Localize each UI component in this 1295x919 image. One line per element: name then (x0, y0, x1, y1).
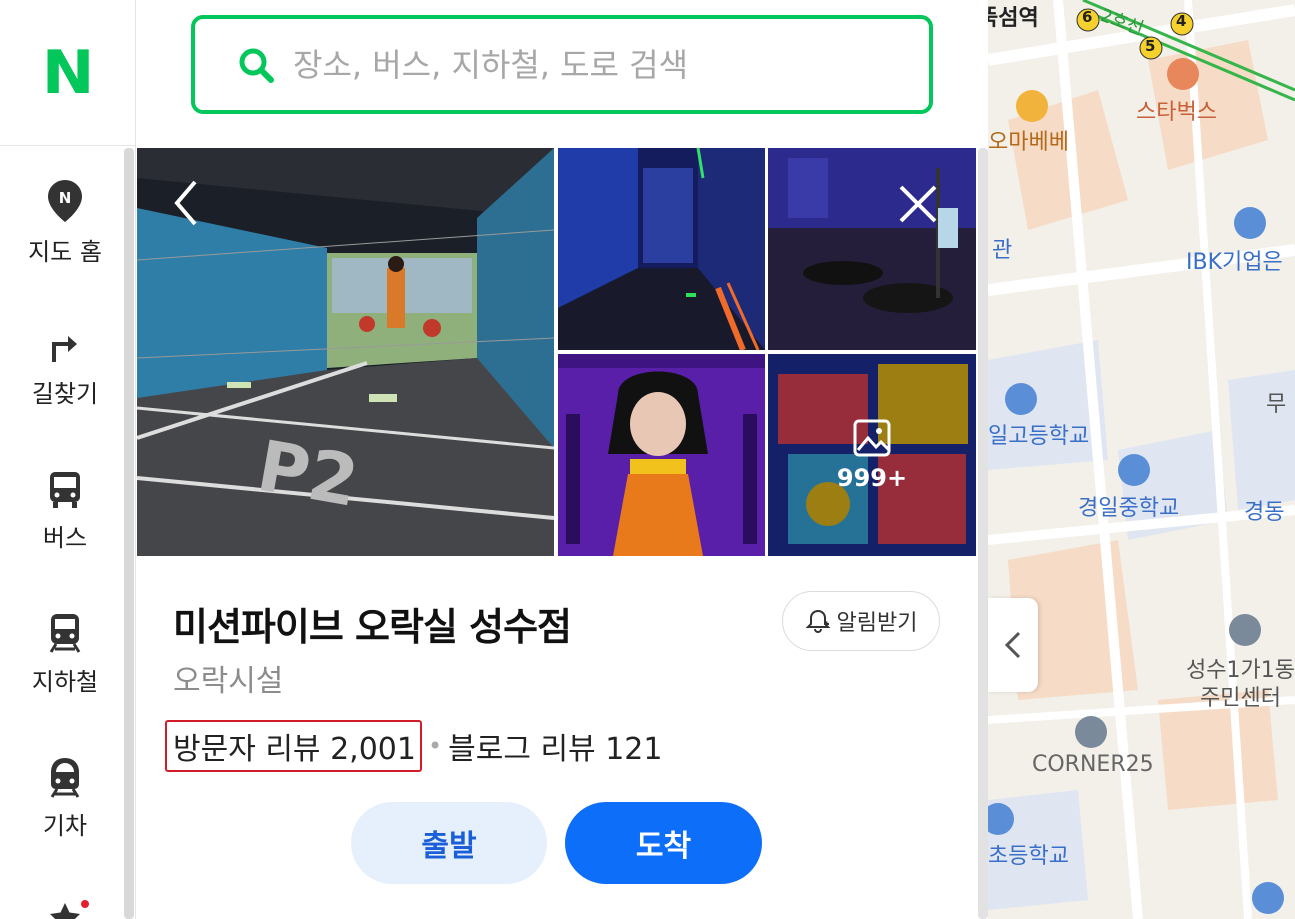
arrive-button[interactable]: 도착 (565, 802, 762, 884)
train-icon (50, 758, 80, 798)
blog-reviews-link[interactable]: 블로그 리뷰 121 (448, 724, 662, 768)
alarm-button[interactable]: 알림받기 (782, 591, 940, 651)
chevron-left-icon (1004, 631, 1021, 659)
map-gyeongdong-label: 경동 (1244, 500, 1285, 525)
svg-text:P2: P2 (252, 425, 365, 523)
subway-icon (49, 614, 81, 653)
logo-box[interactable]: N (0, 0, 135, 146)
star-icon (50, 903, 80, 919)
map-mu-label: 무 (1266, 392, 1287, 417)
map-view[interactable]: 뚝섬역 6 4 5 2호선 스타벅스 오마베베 관 IBK기업은 무 일고등학교… (988, 0, 1295, 919)
search-box[interactable] (191, 15, 933, 114)
naver-logo[interactable]: N (42, 38, 95, 108)
sidebar-item-label: 버스 (42, 524, 88, 552)
photo-gallery: P2 999+ (137, 148, 976, 556)
left-sidebar: N N 지도 홈 길찾기 버스 지하철 기차 (0, 0, 136, 919)
corridor-image (558, 148, 765, 350)
search-icon[interactable] (237, 46, 275, 84)
map-pin-icon: N (48, 180, 82, 222)
map-highschool-label: 일고등학교 (988, 424, 1090, 449)
alarm-label: 알림받기 (836, 611, 918, 636)
photo-thumb-more[interactable]: 999+ (768, 354, 976, 556)
sidebar-item-favorites[interactable] (0, 900, 130, 919)
review-summary: 방문자 리뷰 2,001 • 블로그 리뷰 121 (165, 720, 662, 772)
map-station-label: 뚝섬역 (988, 6, 1039, 31)
sidebar-item-label: 길찾기 (31, 380, 99, 408)
close-icon[interactable] (896, 182, 940, 226)
place-panel: P2 999+ 미션파이브 오락실 성수점 알림받기 오락시설 방문자 리뷰 2… (137, 148, 976, 919)
photo-count: 999+ (836, 464, 908, 492)
place-title: 미션파이브 오락실 성수점 (173, 605, 572, 649)
gallery-icon (853, 419, 891, 457)
place-category: 오락시설 (173, 664, 284, 699)
naver-map-app: N N 지도 홈 길찾기 버스 지하철 기차 장소, 버스, 지하철, 도로 검… (0, 0, 1295, 919)
subway-exit-4: 4 (1176, 12, 1187, 30)
sidebar-item-bus[interactable]: 버스 (0, 470, 130, 553)
start-button[interactable]: 출발 (351, 802, 547, 884)
subway-exit-5: 5 (1145, 37, 1156, 55)
subway-exit-6: 6 (1082, 8, 1093, 26)
map-ibk-label: IBK기업은 (1186, 250, 1283, 275)
more-photos-overlay[interactable]: 999+ (768, 354, 976, 556)
map-middleschool-label: 경일중학교 (1078, 496, 1180, 521)
sidebar-item-train[interactable]: 기차 (0, 756, 130, 841)
separator-dot: • (427, 732, 443, 760)
bus-icon (50, 472, 80, 508)
sidebar-item-map-home[interactable]: N 지도 홈 (0, 178, 130, 267)
photo-main[interactable]: P2 (137, 148, 554, 556)
prev-photo-icon[interactable] (171, 178, 201, 228)
photo-thumb-3[interactable] (558, 354, 765, 556)
sidebar-item-label: 기차 (42, 812, 88, 840)
sidebar-scrollbar[interactable] (124, 148, 134, 919)
map-elementary-label: 초등학교 (988, 844, 1069, 869)
sidebar-item-subway[interactable]: 지하철 (0, 612, 130, 697)
notification-dot (81, 900, 89, 908)
trampoline-room-image (768, 148, 976, 350)
panel-scrollbar[interactable] (978, 148, 988, 919)
search-input[interactable] (293, 45, 893, 84)
map-community-label-2: 주민센터 (1200, 686, 1281, 711)
map-starbucks-label: 스타벅스 (1136, 100, 1217, 125)
bell-icon (805, 609, 830, 633)
sidebar-item-label: 지하철 (31, 668, 99, 696)
svg-text:N: N (59, 189, 72, 207)
doll-poster-image (558, 354, 765, 556)
sidebar-item-label: 지도 홈 (28, 238, 102, 266)
visitor-reviews-link[interactable]: 방문자 리뷰 2,001 (165, 720, 422, 772)
collapse-panel-button[interactable] (988, 598, 1038, 692)
photo-thumb-1[interactable] (558, 148, 765, 350)
map-omamebe-label: 오마베베 (988, 130, 1069, 155)
sidebar-item-directions[interactable]: 길찾기 (0, 328, 130, 409)
photo-thumb-2[interactable] (768, 148, 976, 350)
map-corner-label: CORNER25 (1032, 752, 1154, 777)
map-gwan-label: 관 (992, 238, 1013, 263)
turn-right-icon (52, 336, 77, 362)
